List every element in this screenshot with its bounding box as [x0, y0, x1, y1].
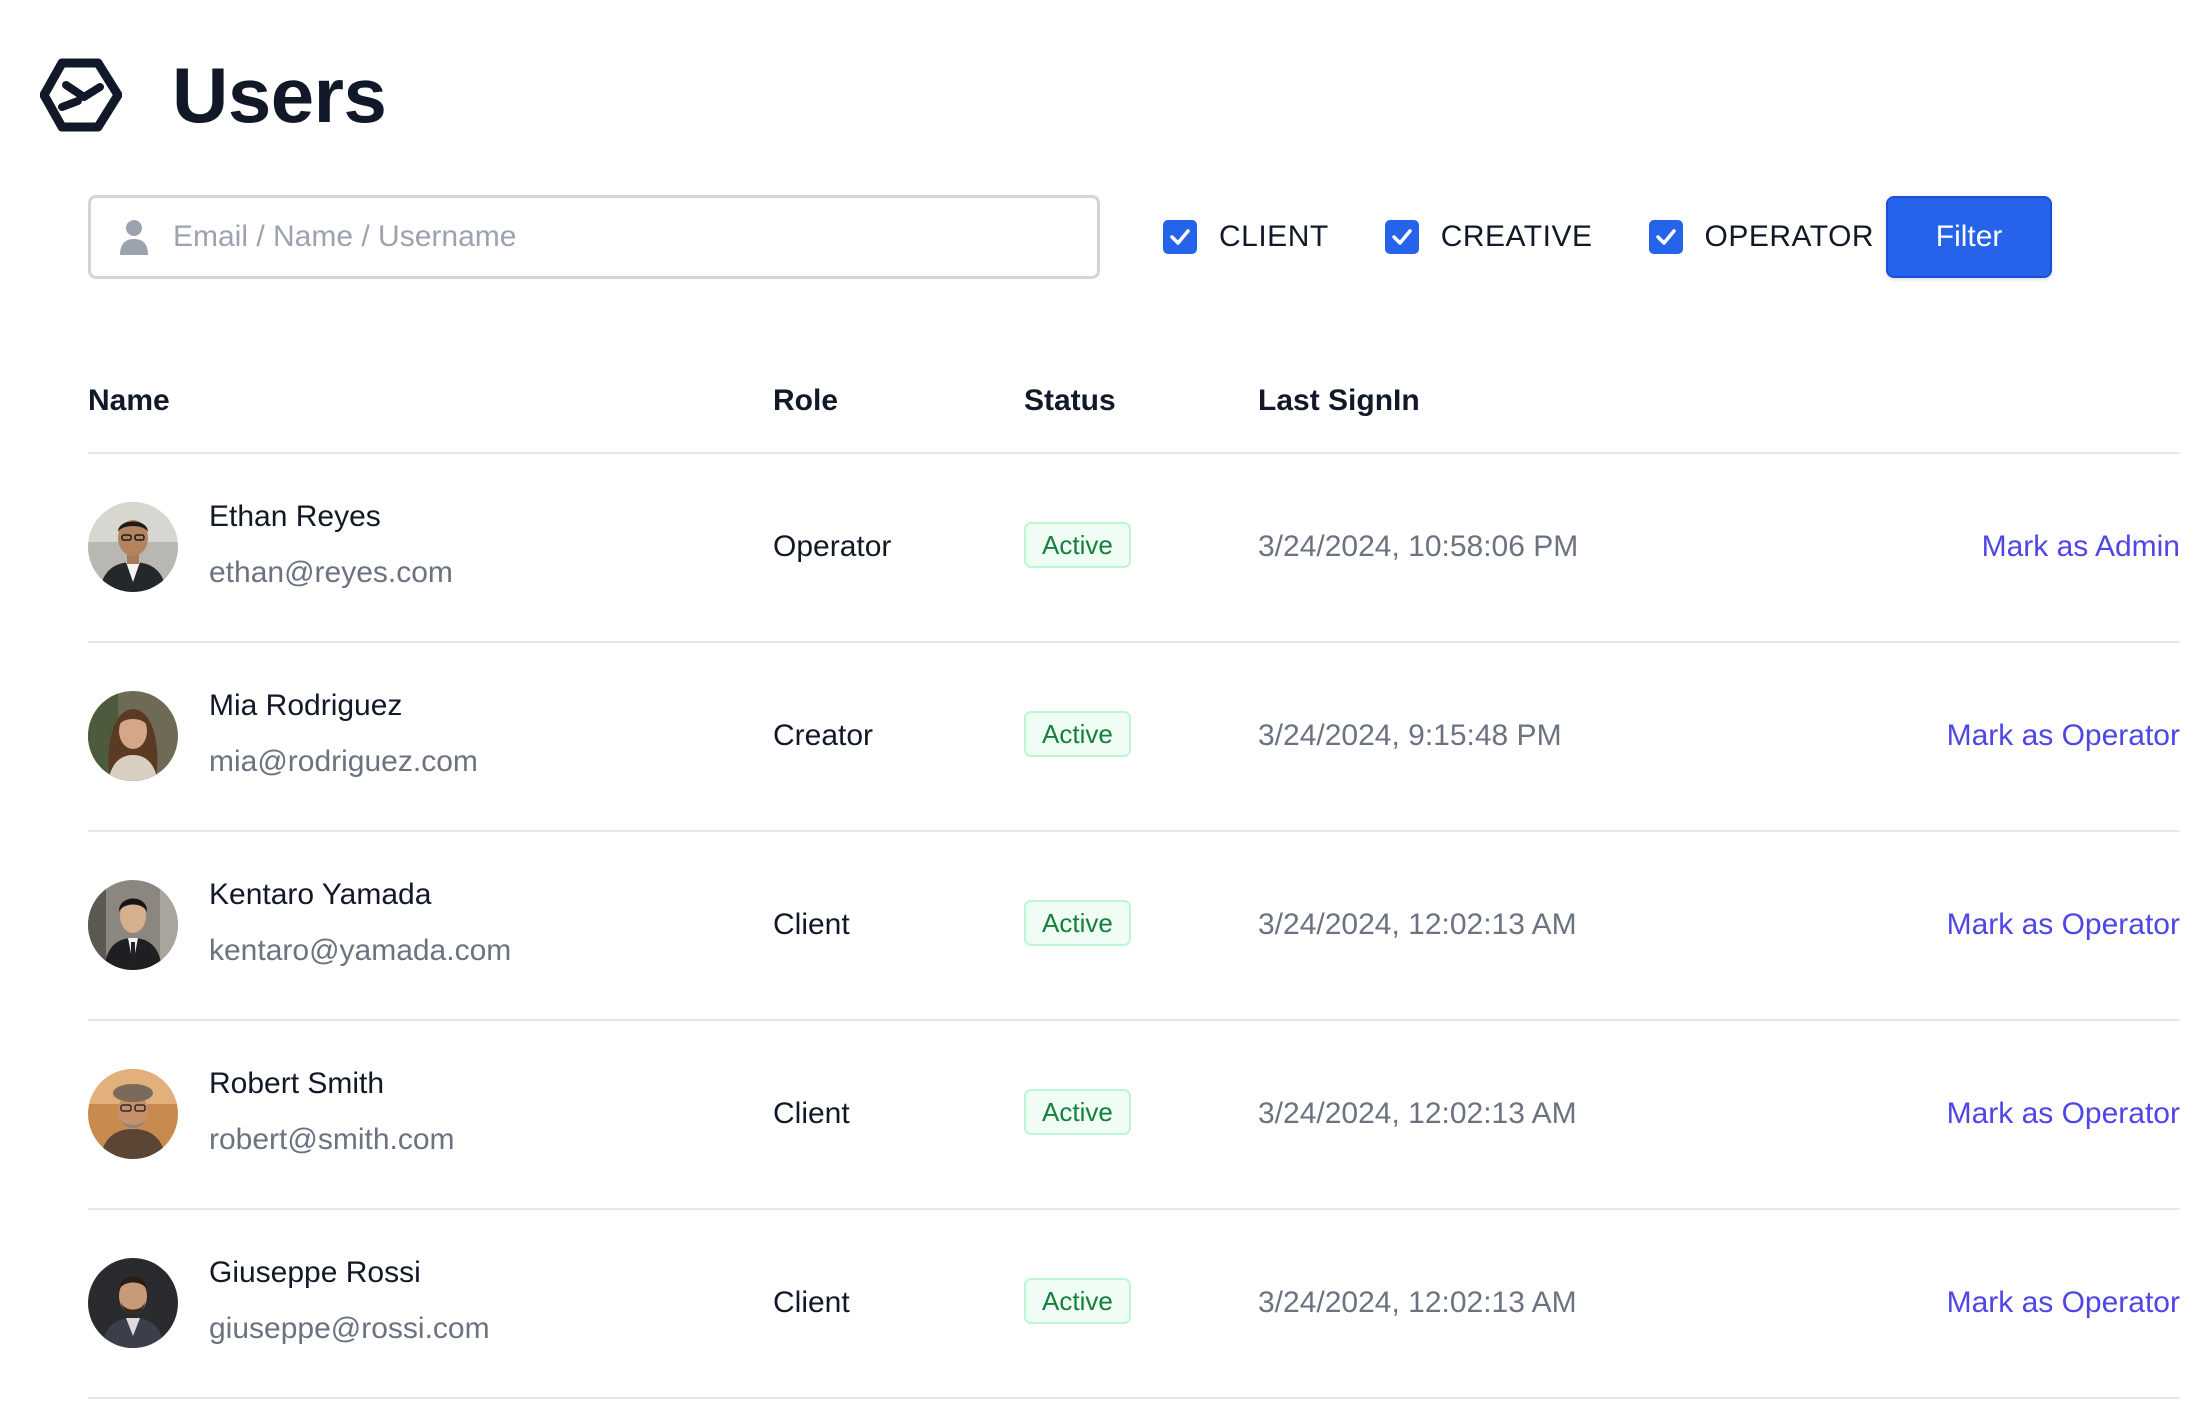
user-email: kentaro@yamada.com: [209, 934, 512, 967]
page-title: Users: [172, 50, 387, 139]
status-badge: Active: [1024, 900, 1131, 946]
column-header-last-signin: Last SignIn: [1258, 384, 1420, 417]
mark-as-admin-link[interactable]: Mark as Admin: [1982, 530, 2180, 564]
status-badge: Active: [1024, 711, 1131, 757]
user-email: ethan@reyes.com: [209, 556, 453, 589]
user-role: Creator: [773, 719, 874, 752]
user-email: robert@smith.com: [209, 1123, 455, 1156]
filter-button[interactable]: Filter: [1886, 196, 2053, 278]
user-email: mia@rodriguez.com: [209, 745, 478, 778]
role-filter-group: CLIENT CREATIVE OPERATOR Filter: [1163, 196, 2053, 278]
last-signin: 3/24/2024, 12:02:13 AM: [1258, 908, 1577, 941]
status-badge: Active: [1024, 522, 1131, 568]
column-header-status: Status: [1024, 384, 1116, 417]
table-row: Ethan Reyes ethan@reyes.com Operator Act…: [88, 454, 2180, 643]
creative-filter-label: CREATIVE: [1440, 220, 1593, 253]
user-name: Kentaro Yamada: [209, 878, 432, 911]
table-row: Mia Rodriguez mia@rodriguez.com Creator …: [88, 643, 2180, 832]
user-name: Ethan Reyes: [209, 500, 381, 533]
last-signin: 3/24/2024, 10:58:06 PM: [1258, 530, 1579, 563]
logo-icon: [40, 58, 122, 132]
avatar: [88, 1069, 178, 1159]
check-icon: [1391, 229, 1412, 245]
column-header-name: Name: [88, 384, 170, 417]
client-checkbox[interactable]: [1163, 220, 1197, 254]
users-page: Users CLIENT CREATIVE: [0, 0, 2202, 1410]
avatar: [88, 1258, 178, 1348]
check-icon: [1655, 229, 1676, 245]
table-row: Giuseppe Rossi giuseppe@rossi.com Client…: [88, 1210, 2180, 1399]
last-signin: 3/24/2024, 9:15:48 PM: [1258, 719, 1562, 752]
mark-as-operator-link[interactable]: Mark as Operator: [1947, 719, 2180, 753]
avatar: [88, 502, 178, 592]
user-name: Giuseppe Rossi: [209, 1256, 421, 1289]
filter-operator[interactable]: OPERATOR: [1648, 220, 1875, 254]
last-signin: 3/24/2024, 12:02:13 AM: [1258, 1286, 1577, 1319]
mark-as-operator-link[interactable]: Mark as Operator: [1947, 1286, 2180, 1320]
last-signin: 3/24/2024, 12:02:13 AM: [1258, 1097, 1577, 1130]
user-role: Client: [773, 908, 850, 941]
filter-creative[interactable]: CREATIVE: [1384, 220, 1593, 254]
mark-as-operator-link[interactable]: Mark as Operator: [1947, 908, 2180, 942]
operator-checkbox[interactable]: [1648, 220, 1683, 254]
client-filter-label: CLIENT: [1219, 220, 1329, 253]
user-icon: [120, 220, 148, 255]
check-icon: [1170, 229, 1190, 245]
operator-filter-label: OPERATOR: [1704, 220, 1875, 253]
user-role: Client: [773, 1286, 850, 1319]
table-header: Name Role Status Last SignIn: [88, 360, 2180, 454]
table-row: Kentaro Yamada kentaro@yamada.com Client…: [88, 832, 2180, 1021]
users-table: Name Role Status Last SignIn Ethan Reyes…: [88, 360, 2180, 1399]
avatar: [88, 880, 178, 970]
creative-checkbox[interactable]: [1384, 220, 1419, 254]
user-name: Mia Rodriguez: [209, 689, 403, 722]
mark-as-operator-link[interactable]: Mark as Operator: [1947, 1097, 2180, 1131]
user-role: Client: [773, 1097, 850, 1130]
user-email: giuseppe@rossi.com: [209, 1312, 490, 1345]
user-name: Robert Smith: [209, 1067, 385, 1100]
user-role: Operator: [773, 530, 892, 563]
page-header: Users: [40, 40, 387, 150]
search-input[interactable]: [171, 219, 1075, 255]
filter-client[interactable]: CLIENT: [1163, 220, 1329, 254]
column-header-role: Role: [773, 384, 839, 417]
search-box[interactable]: [88, 195, 1100, 279]
filter-bar: CLIENT CREATIVE OPERATOR Filter: [88, 195, 2053, 279]
status-badge: Active: [1024, 1089, 1131, 1135]
status-badge: Active: [1024, 1278, 1131, 1324]
table-row: Robert Smith robert@smith.com Client Act…: [88, 1021, 2180, 1210]
avatar: [88, 691, 178, 781]
